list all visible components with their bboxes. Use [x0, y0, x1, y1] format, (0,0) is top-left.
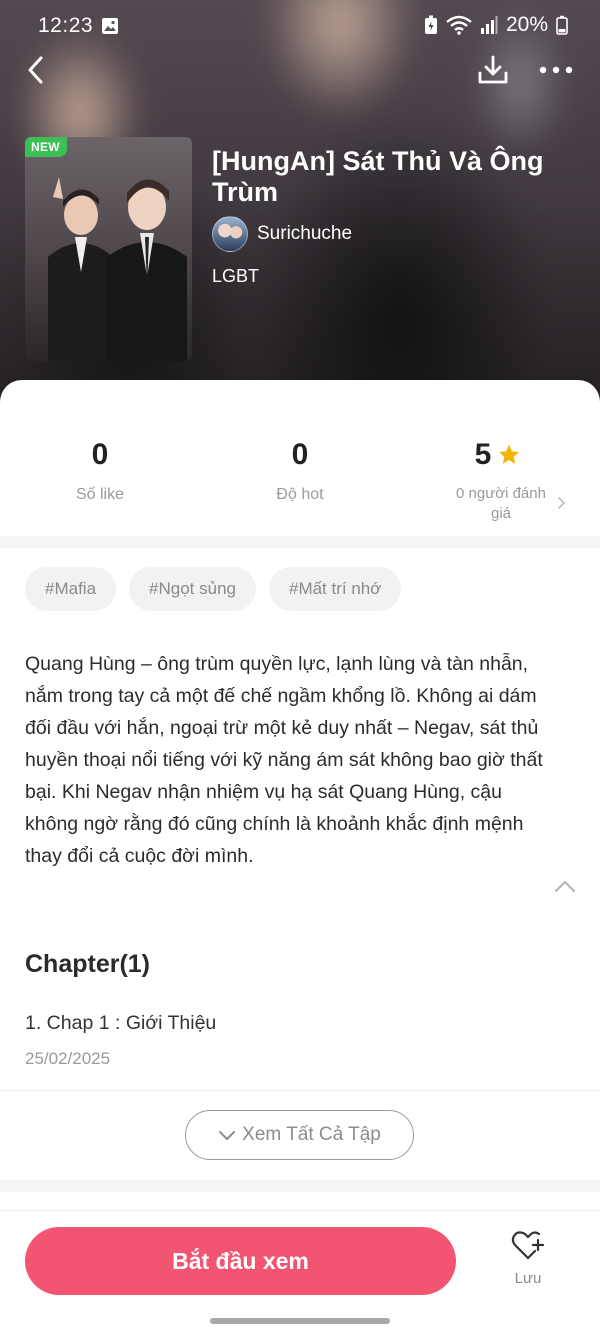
hot-count: 0 [291, 438, 309, 471]
likes-label: Số like [75, 486, 125, 503]
download-button[interactable] [471, 48, 515, 92]
gallery-notification-icon [102, 18, 118, 34]
story-header: 12:23 20% NEW [HungAn] Sát Thủ Và Ông Tr… [0, 0, 600, 410]
battery-saver-icon [424, 15, 437, 34]
rating-stat[interactable]: 5 [398, 438, 598, 472]
chevron-up-icon [555, 881, 575, 892]
tag-list: #Mafia #Ngọt sủng #Mất trí nhớ [25, 567, 402, 611]
save-label: Lưu [514, 1270, 542, 1287]
more-options-button[interactable] [534, 48, 578, 92]
stats-row: 0 Số like 0 Độ hot 5 0 người đánh giá [0, 380, 600, 536]
chevron-down-icon [219, 1131, 236, 1140]
download-icon [478, 55, 508, 84]
save-button[interactable]: Lưu [498, 1231, 558, 1295]
author-name: Surichuche [257, 223, 353, 244]
chapter-section-title: Chapter(1) [25, 950, 151, 978]
story-detail-card: 0 Số like 0 Độ hot 5 0 người đánh giá #M… [0, 380, 600, 1310]
battery-icon [556, 15, 568, 35]
signal-icon [480, 16, 498, 34]
tag-chip[interactable]: #Mafia [25, 567, 117, 611]
back-button[interactable] [14, 48, 58, 92]
chapter-title: 1. Chap 1 : Giới Thiệu [25, 1012, 217, 1034]
hot-label: Độ hot [276, 486, 324, 503]
author-link[interactable]: Surichuche [212, 216, 352, 252]
wifi-icon [446, 15, 472, 35]
status-bar: 12:23 20% [0, 0, 600, 52]
cover-person-left [48, 177, 113, 361]
rating-count-label[interactable]: 0 người đánh giá [446, 484, 556, 524]
collapse-synopsis-button[interactable] [552, 874, 578, 900]
chevron-left-icon [28, 56, 43, 84]
view-all-label: Xem Tất Cả Tập [242, 1124, 381, 1145]
new-badge: NEW [25, 137, 67, 157]
more-dots-icon [539, 66, 573, 74]
hot-stat: 0 Độ hot [200, 438, 400, 504]
genre-label[interactable]: LGBT [212, 266, 259, 287]
story-synopsis: Quang Hùng – ông trùm quyền lực, lạnh lù… [25, 653, 543, 867]
chapter-list-item[interactable]: 1. Chap 1 : Giới Thiệu 25/02/2025 [25, 1012, 216, 1069]
start-reading-button[interactable]: Bắt đầu xem [25, 1227, 456, 1295]
view-all-chapters-button[interactable]: Xem Tất Cả Tập [185, 1110, 414, 1160]
chevron-right-icon [558, 497, 566, 509]
status-time: 12:23 [38, 14, 94, 37]
star-icon [499, 444, 520, 464]
divider [0, 1090, 600, 1091]
author-avatar [212, 216, 248, 252]
heart-plus-icon [511, 1231, 545, 1260]
chapter-date: 25/02/2025 [25, 1049, 111, 1068]
story-title: [HungAn] Sát Thủ Và Ông Trùm [212, 146, 544, 207]
story-cover-image: NEW [25, 137, 192, 361]
tag-chip[interactable]: #Ngọt sủng [129, 567, 256, 611]
bottom-action-bar: Bắt đầu xem Lưu [0, 1210, 600, 1333]
battery-percentage: 20% [505, 13, 548, 36]
tag-chip[interactable]: #Mất trí nhớ [268, 567, 402, 611]
likes-count: 0 [91, 438, 109, 471]
likes-stat: 0 Số like [0, 438, 200, 504]
cover-person-right [107, 179, 187, 361]
rating-value: 5 [474, 438, 492, 471]
home-indicator[interactable] [210, 1318, 390, 1324]
